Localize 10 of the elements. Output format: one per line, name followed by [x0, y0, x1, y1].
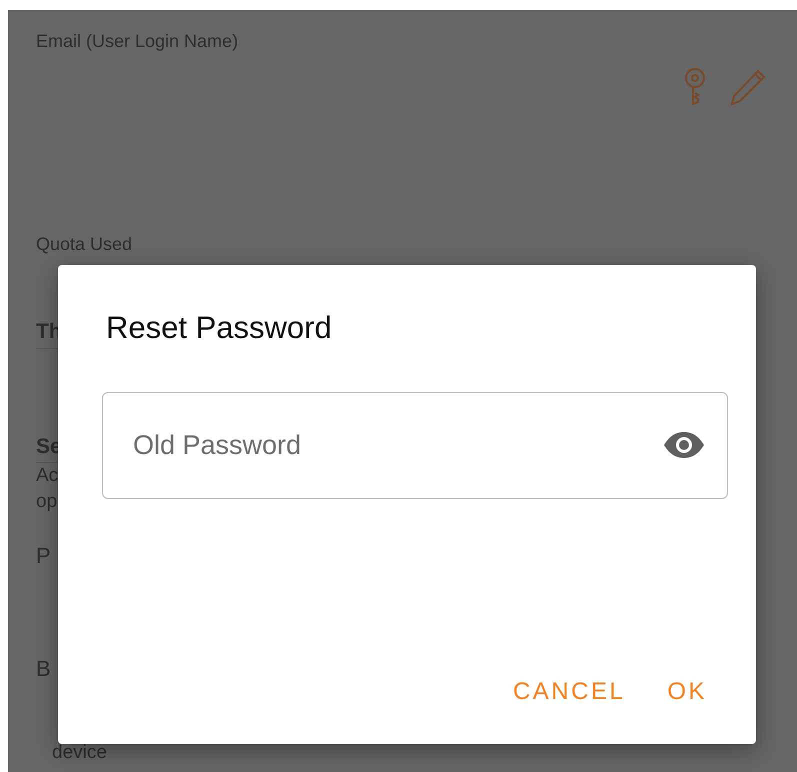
key-icon[interactable]: [683, 67, 707, 107]
field-label: Email (User Login Name): [36, 31, 238, 51]
eye-icon[interactable]: [662, 430, 706, 460]
dialog-button[interactable]: CANCEL: [512, 669, 626, 716]
dialog-title: Reset Password: [106, 309, 333, 346]
field-label: Quota Used: [36, 234, 132, 254]
dialog-button[interactable]: OK: [666, 669, 708, 716]
pencil-icon[interactable]: [729, 67, 767, 107]
password-field[interactable]: Old Password: [102, 392, 728, 500]
description-text: Ac: [36, 464, 58, 488]
